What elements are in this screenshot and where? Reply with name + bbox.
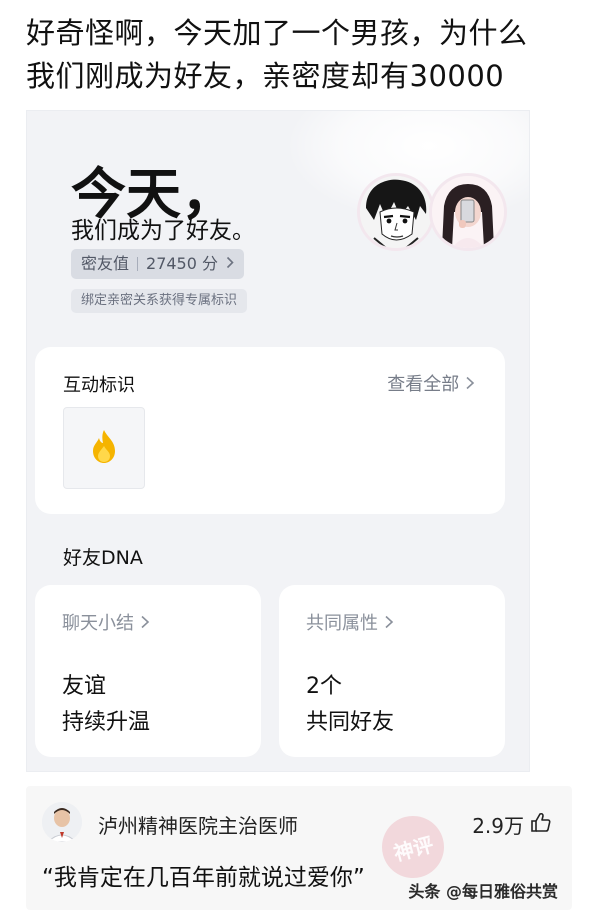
common-attributes-label-text: 共同属性 bbox=[306, 613, 378, 634]
post-title-line-1: 好奇怪啊，今天加了一个男孩，为什么 bbox=[26, 16, 528, 50]
intimacy-score-pill[interactable]: 密友值 27450 分 bbox=[71, 249, 245, 279]
friendship-screenshot: 今天， 我们成为了好友。 密友值 27450 分 绑定亲密关系获得专属标识 互动… bbox=[26, 110, 530, 772]
common-attributes-card[interactable]: 共同属性 2个 共同好友 bbox=[279, 585, 505, 757]
common-attributes-value-line-2: 共同好友 bbox=[306, 710, 395, 735]
common-attributes-label: 共同属性 bbox=[306, 609, 394, 635]
source-watermark: 头条 @每日雅俗共赏 bbox=[408, 882, 558, 901]
thumbs-up-icon bbox=[530, 811, 552, 838]
common-attributes-value-line-1: 2个 bbox=[306, 674, 342, 699]
see-all-link[interactable]: 查看全部 bbox=[387, 370, 475, 396]
avatar-anime-boy[interactable] bbox=[357, 173, 435, 251]
interaction-badge-title: 互动标识 bbox=[63, 375, 135, 396]
chevron-right-icon bbox=[226, 249, 234, 279]
friend-dna-title: 好友DNA bbox=[63, 547, 143, 569]
bind-relation-hint[interactable]: 绑定亲密关系获得专属标识 bbox=[71, 289, 248, 313]
chat-summary-value: 友谊 持续升温 bbox=[62, 669, 150, 741]
avatar-girl-selfie[interactable] bbox=[429, 173, 507, 251]
commenter-avatar[interactable] bbox=[42, 802, 82, 842]
post-title-line-2: 我们刚成为好友，亲密度却有30000 bbox=[26, 59, 505, 93]
flame-badge[interactable] bbox=[63, 407, 145, 489]
chevron-right-icon bbox=[140, 613, 150, 634]
chevron-right-icon bbox=[384, 613, 394, 634]
top-comment: 泸州精神医院主治医师 2.9万 神评 “我肯定在几百年前就说过爱你” 头条 @每… bbox=[26, 786, 572, 910]
chat-summary-label-text: 聊天小结 bbox=[62, 613, 134, 634]
intimacy-score-value: 27450 分 bbox=[146, 254, 219, 273]
post-title: 好奇怪啊，今天加了一个男孩，为什么 我们刚成为好友，亲密度却有30000 bbox=[26, 12, 586, 98]
chat-summary-card[interactable]: 聊天小结 友谊 持续升温 bbox=[35, 585, 261, 757]
flame-icon bbox=[90, 428, 118, 468]
commenter-name[interactable]: 泸州精神医院主治医师 bbox=[98, 810, 298, 839]
chat-summary-value-line-2: 持续升温 bbox=[62, 710, 151, 735]
interaction-badge-card: 互动标识 查看全部 bbox=[35, 347, 505, 514]
comment-text: “我肯定在几百年前就说过爱你” bbox=[42, 865, 365, 891]
chat-summary-value-line-1: 友谊 bbox=[62, 674, 107, 699]
like-button[interactable]: 2.9万 bbox=[472, 810, 552, 839]
see-all-label: 查看全部 bbox=[387, 374, 460, 395]
common-attributes-value: 2个 共同好友 bbox=[306, 669, 394, 741]
featured-comment-stamp: 神评 bbox=[375, 809, 451, 885]
intimacy-score-label: 密友值 bbox=[81, 254, 130, 273]
pill-divider bbox=[137, 257, 139, 271]
chat-summary-label: 聊天小结 bbox=[62, 609, 150, 635]
like-count: 2.9万 bbox=[472, 814, 524, 838]
chevron-right-icon bbox=[465, 374, 475, 395]
headline-became-friends: 我们成为了好友。 bbox=[71, 218, 255, 244]
